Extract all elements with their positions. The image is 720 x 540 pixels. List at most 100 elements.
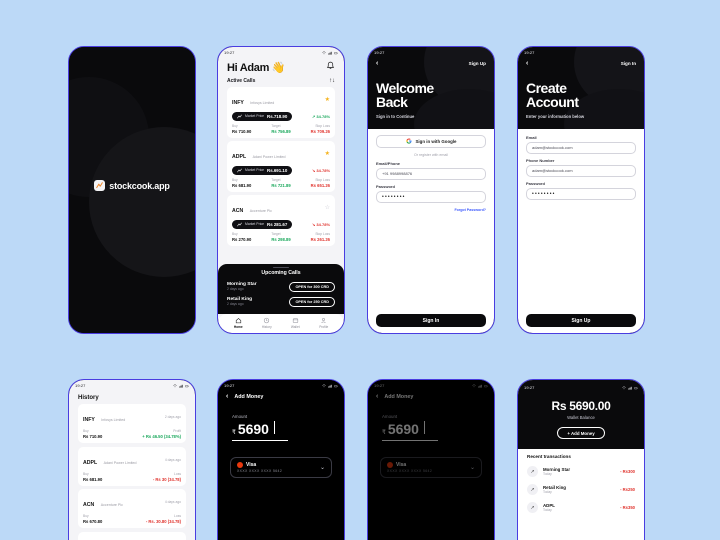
phone-field: Phone Number adam@stockcook.com (526, 158, 636, 177)
wallet-hero: 19:27 Rs 5690.00 Wallet Balance + Add Mo… (518, 380, 644, 449)
stats-row: Buy Rs 681.90 Target Rs 721.89 Stop Loss… (232, 178, 330, 188)
status-icons (622, 386, 638, 390)
history-screen: 19:27 History INFY Infosys Limited 2 day… (69, 380, 195, 540)
text-caret (273, 421, 275, 434)
stoploss-value: Rs 651.26 (310, 182, 330, 188)
tab-wallet[interactable]: Wallet (281, 317, 310, 329)
splash-screen: stockcook.app (69, 47, 195, 333)
transaction-row[interactable]: ↗ Morning Star Today - Rs300 (527, 463, 635, 481)
chevron-down-icon[interactable]: ⌄ (320, 464, 325, 471)
status-bar: 19:27 (218, 380, 344, 391)
stoploss-stat: Stop Loss Rs 261.26 (311, 232, 330, 242)
tab-history[interactable]: History (253, 317, 282, 329)
open-call-button[interactable]: OPEN for 250 CRD (289, 296, 335, 307)
amount-value: 5690 (237, 421, 269, 437)
stock-ticker: ADPL (232, 154, 247, 161)
google-sign-in-button[interactable]: Sign in with Google (376, 134, 486, 148)
history-item[interactable]: LNKD LinkedIn INC 4 days ago Buy Rs 560.… (78, 531, 186, 540)
sign-up-button[interactable]: Sign Up (526, 314, 636, 327)
trend-icon (237, 168, 242, 173)
drag-handle[interactable] (273, 266, 289, 268)
transaction-name: Morning Star (543, 466, 571, 472)
transaction-date: Today (543, 472, 552, 477)
stock-identity: LNKD LinkedIn INC (83, 536, 125, 540)
phone-wallet: 19:27 Rs 5690.00 Wallet Balance + Add Mo… (517, 379, 645, 540)
status-time: 19:27 (524, 385, 535, 390)
upcoming-info: Retail King 2 days ago (227, 297, 252, 307)
phone-add-money: 19:27 ‹ Add Money Amount ₹ 5690 Visa XXX… (217, 379, 345, 540)
transaction-row[interactable]: ↗ ADPL Today - Rs350 (527, 499, 635, 517)
history-item[interactable]: ADPL Adani Power Limited 4 days ago Buy … (78, 446, 186, 486)
amount-display[interactable]: ₹ 5690 (218, 421, 344, 437)
page-title: Welcome Back (368, 81, 494, 110)
transaction-row[interactable]: ↗ Retail King Today - Rs250 (527, 481, 635, 499)
wifi-icon (173, 384, 177, 387)
phone-splash: stockcook.app (68, 46, 196, 334)
status-time: 19:27 (524, 50, 535, 55)
buy-stat: Buy Rs 681.90 (83, 472, 102, 482)
tab-label: History (261, 325, 272, 329)
change-percent: ↘ 34.78% (311, 221, 330, 227)
title-line-1: Create (526, 80, 567, 96)
phone-input[interactable]: adam@stockcook.com (526, 164, 636, 177)
stock-company: Adani Power Limited (252, 155, 286, 160)
sign-in-link[interactable]: Sign In (621, 61, 636, 66)
favorite-star-icon[interactable]: ☆ (325, 205, 330, 211)
market-price-value: Rs 281.67 (267, 221, 288, 227)
forgot-password-link[interactable]: Forgot Password? (376, 208, 486, 212)
history-item[interactable]: INFY Infosys Limited 2 days ago Buy Rs 7… (78, 404, 186, 443)
stock-company: Infosys Limited (101, 418, 126, 422)
profile-icon (321, 318, 326, 324)
signal-icon (628, 386, 632, 390)
favorite-star-icon[interactable]: ★ (325, 151, 330, 157)
status-time: 19:27 (374, 50, 385, 55)
transaction-info: Retail King Today (543, 485, 615, 495)
target-label: Target (271, 177, 281, 182)
upcoming-name: Retail King (227, 296, 253, 302)
greeting-row: Hi Adam 👋 (227, 61, 335, 74)
stock-card[interactable]: INFY Infosys Limited ★ Market Price Rs.7… (227, 87, 335, 138)
tab-label: Home (233, 325, 243, 329)
email-phone-input[interactable]: +91 9988998876 (376, 167, 486, 180)
password-input[interactable]: •••••••• (526, 187, 636, 200)
stock-identity: ADPL Adani Power Limited (232, 145, 286, 163)
google-icon (405, 138, 411, 144)
page-title: Hi Adam 👋 (227, 62, 286, 74)
modal-overlay[interactable] (368, 380, 494, 540)
notification-bell-icon[interactable] (326, 61, 335, 70)
sign-up-link[interactable]: Sign Up (469, 61, 486, 66)
result-stat: Profit + Rs 46.50 (34.78%) (142, 429, 181, 439)
payment-method-selector[interactable]: Visa XXXX XXXX XXXX 5642 ⌄ (230, 456, 332, 478)
back-icon[interactable]: ‹ (376, 60, 378, 67)
change-percent: ↗ 34.78% (311, 113, 330, 119)
stock-card[interactable]: ACN Accenture Plc ☆ Market Price Rs 281.… (227, 195, 335, 246)
transaction-amount: - Rs300 (620, 469, 635, 474)
add-money-button[interactable]: + Add Money (557, 427, 605, 439)
logo-mark-icon (94, 180, 106, 191)
back-icon[interactable]: ‹ (526, 60, 528, 67)
sign-up-topbar: ‹ Sign In (518, 58, 644, 67)
target-stat: Target Rs 298.89 (271, 232, 290, 242)
back-icon[interactable]: ‹ (226, 393, 228, 400)
splash-background: stockcook.app (69, 47, 195, 333)
favorite-star-icon[interactable]: ★ (325, 97, 330, 103)
password-input[interactable]: •••••••• (376, 190, 486, 203)
history-item-body: Buy Rs 710.90 Profit + Rs 46.50 (34.78%) (83, 429, 181, 439)
price-row: Market Price Rs 281.67 ↘ 34.78% (232, 220, 330, 229)
history-item[interactable]: ACN Accenture Plc 4 days ago Buy Rs 670.… (78, 489, 186, 528)
add-money-screen: 19:27 ‹ Add Money Amount ₹ 5690 Visa XXX… (218, 380, 344, 540)
upcoming-sub: 2 days ago (227, 302, 244, 307)
battery-icon (334, 384, 338, 387)
open-call-button[interactable]: OPEN for 300 CRD (289, 281, 335, 292)
market-price-label: Market Price (245, 222, 265, 227)
stats-row: Buy Rs 710.90 Target Rs 756.89 Stop Loss… (232, 124, 330, 134)
sign-in-button[interactable]: Sign In (376, 314, 486, 327)
phone-sign-up: 19:27 ‹ Sign In Create Account Enter you… (517, 46, 645, 334)
stats-row: Buy Rs 270.90 Target Rs 298.89 Stop Loss… (232, 232, 330, 242)
time-ago: 4 days ago (164, 457, 181, 462)
tab-home[interactable]: Home (224, 317, 253, 329)
email-input[interactable]: adam@stockcook.com (526, 141, 636, 154)
tab-profile[interactable]: Profile (310, 317, 339, 329)
card-brand-icon (237, 461, 243, 468)
stock-card[interactable]: ADPL Adani Power Limited ★ Market Price … (227, 141, 335, 192)
